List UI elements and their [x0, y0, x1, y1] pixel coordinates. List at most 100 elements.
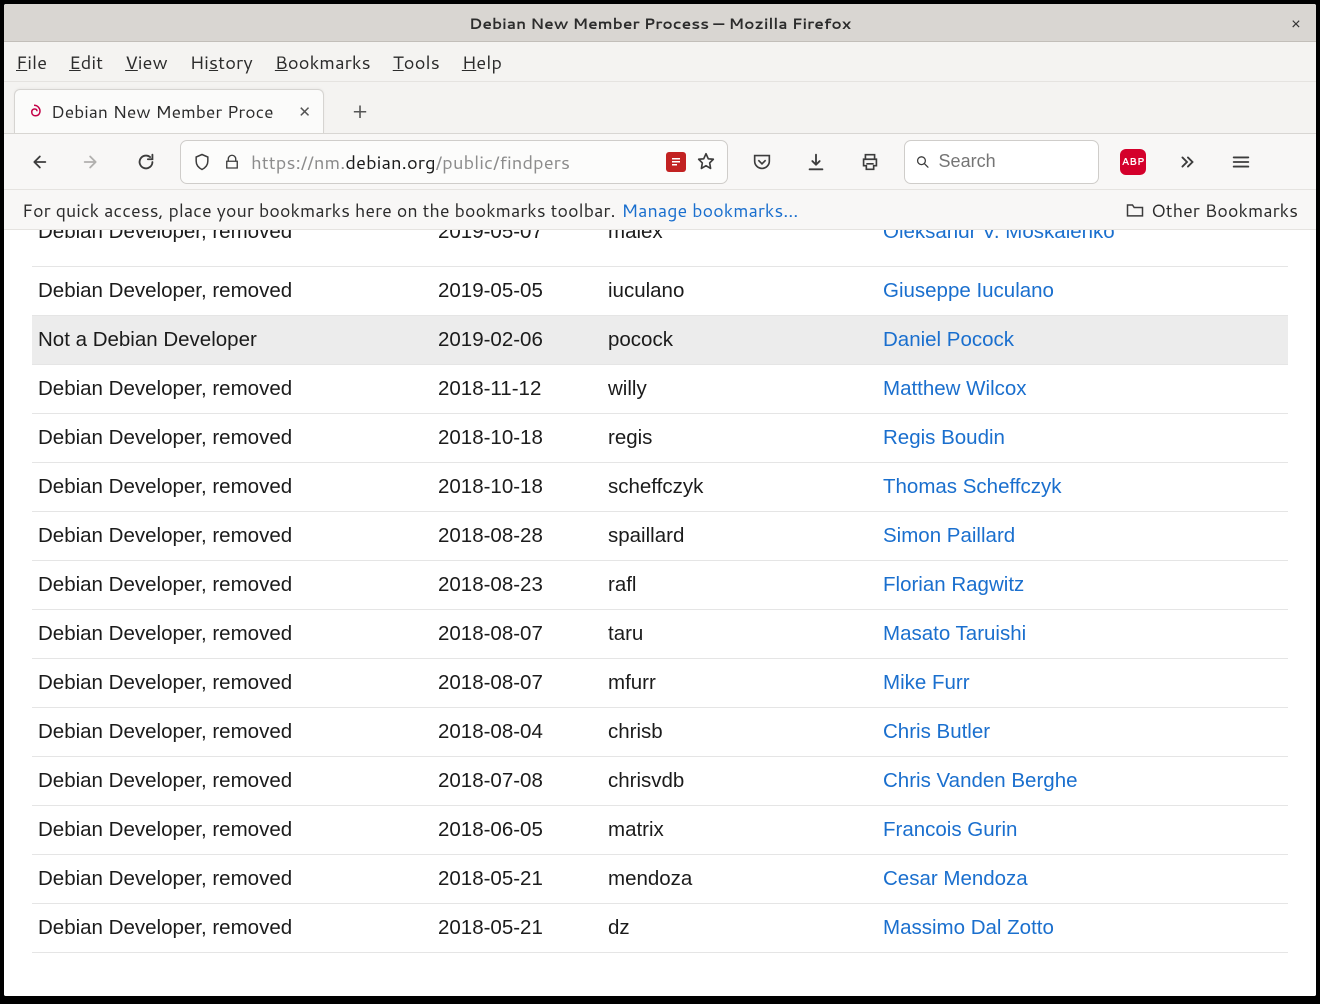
navigation-toolbar: https://nm.debian.org/public/findpers AB… — [4, 134, 1316, 190]
tabbar: Debian New Member Proce ✕ + — [4, 82, 1316, 134]
url-bar[interactable]: https://nm.debian.org/public/findpers — [180, 140, 728, 184]
menu-edit[interactable]: Edit — [69, 49, 103, 75]
cell-date: 2019-05-05 — [432, 267, 602, 316]
person-link[interactable]: Florian Ragwitz — [883, 573, 1024, 596]
tab-title: Debian New Member Proce — [51, 99, 288, 124]
table-row: Debian Developer, removed2019-05-07malex… — [32, 230, 1288, 267]
reload-button[interactable] — [126, 142, 166, 182]
window-titlebar: Debian New Member Process — Mozilla Fire… — [4, 4, 1316, 42]
person-link[interactable]: Masato Taruishi — [883, 622, 1026, 645]
cell-name: Francois Gurin — [877, 806, 1288, 855]
tab-close-button[interactable]: ✕ — [296, 101, 313, 122]
menu-tools[interactable]: Tools — [393, 49, 440, 75]
person-link[interactable]: Matthew Wilcox — [883, 377, 1027, 400]
app-menu-button[interactable] — [1221, 142, 1261, 182]
cell-status: Debian Developer, removed — [32, 659, 432, 708]
search-bar[interactable] — [904, 140, 1099, 184]
cell-uid: mendoza — [602, 855, 877, 904]
menu-help[interactable]: Help — [462, 49, 502, 75]
window-title: Debian New Member Process — Mozilla Fire… — [469, 12, 851, 34]
table-row: Debian Developer, removed2018-06-05matri… — [32, 806, 1288, 855]
back-button[interactable] — [18, 142, 58, 182]
cell-date: 2018-05-21 — [432, 855, 602, 904]
cell-date: 2018-05-21 — [432, 904, 602, 953]
table-row: Debian Developer, removed2019-05-05iucul… — [32, 267, 1288, 316]
search-input[interactable] — [939, 151, 1088, 172]
menu-file[interactable]: File — [16, 49, 47, 75]
cell-date: 2019-05-07 — [432, 230, 602, 267]
chevrons-right-icon — [1176, 151, 1198, 173]
person-link[interactable]: Massimo Dal Zotto — [883, 916, 1054, 939]
person-link[interactable]: Regis Boudin — [883, 426, 1005, 449]
cell-status: Debian Developer, removed — [32, 806, 432, 855]
person-link[interactable]: Simon Paillard — [883, 524, 1015, 547]
table-row: Debian Developer, removed2018-08-28spail… — [32, 512, 1288, 561]
bookmark-star-icon[interactable] — [695, 151, 717, 173]
cell-uid: pocock — [602, 316, 877, 365]
lock-icon[interactable] — [221, 151, 243, 173]
page-content: Debian Developer, removed2019-05-07malex… — [4, 230, 1316, 996]
cell-uid: dz — [602, 904, 877, 953]
print-icon — [859, 151, 881, 173]
forward-button — [72, 142, 112, 182]
downloads-button[interactable] — [796, 142, 836, 182]
cell-uid: willy — [602, 365, 877, 414]
cell-status: Debian Developer, removed — [32, 512, 432, 561]
person-link[interactable]: Mike Furr — [883, 671, 970, 694]
print-button[interactable] — [850, 142, 890, 182]
manage-bookmarks-link[interactable]: Manage bookmarks... — [621, 197, 798, 223]
hamburger-icon — [1230, 151, 1252, 173]
cell-uid: iuculano — [602, 267, 877, 316]
cell-date: 2018-07-08 — [432, 757, 602, 806]
cell-status: Debian Developer, removed — [32, 463, 432, 512]
cell-name: Thomas Scheffczyk — [877, 463, 1288, 512]
bookmarks-toolbar: For quick access, place your bookmarks h… — [4, 190, 1316, 230]
cell-status: Debian Developer, removed — [32, 561, 432, 610]
cell-uid: rafl — [602, 561, 877, 610]
pocket-button[interactable] — [742, 142, 782, 182]
cell-status: Debian Developer, removed — [32, 365, 432, 414]
cell-name: Chris Butler — [877, 708, 1288, 757]
cell-uid: matrix — [602, 806, 877, 855]
table-row: Not a Debian Developer2019-02-06pocockDa… — [32, 316, 1288, 365]
cell-uid: mfurr — [602, 659, 877, 708]
table-row: Debian Developer, removed2018-05-21mendo… — [32, 855, 1288, 904]
person-link[interactable]: Thomas Scheffczyk — [883, 475, 1062, 498]
person-link[interactable]: Chris Butler — [883, 720, 990, 743]
overflow-button[interactable] — [1167, 142, 1207, 182]
menu-view[interactable]: View — [125, 49, 168, 75]
reader-mode-icon[interactable] — [665, 151, 687, 173]
cell-uid: scheffczyk — [602, 463, 877, 512]
cell-date: 2018-08-07 — [432, 610, 602, 659]
search-icon — [915, 153, 931, 171]
cell-name: Cesar Mendoza — [877, 855, 1288, 904]
cell-name: Oleksandr V. Moskalenko — [877, 230, 1288, 267]
table-row: Debian Developer, removed2018-08-07taruM… — [32, 610, 1288, 659]
person-link[interactable]: Daniel Pocock — [883, 328, 1014, 351]
person-link[interactable]: Giuseppe Iuculano — [883, 279, 1054, 302]
members-table: Debian Developer, removed2019-05-07malex… — [32, 230, 1288, 953]
table-row: Debian Developer, removed2018-05-21dz Mas… — [32, 904, 1288, 953]
arrow-left-icon — [27, 151, 49, 173]
person-link[interactable]: Cesar Mendoza — [883, 867, 1028, 890]
person-link[interactable]: Francois Gurin — [883, 818, 1017, 841]
cell-status: Debian Developer, removed — [32, 904, 432, 953]
abp-icon: ABP — [1120, 149, 1146, 175]
cell-date: 2018-11-12 — [432, 365, 602, 414]
cell-name: Masato Taruishi — [877, 610, 1288, 659]
other-bookmarks-button[interactable]: Other Bookmarks — [1125, 197, 1298, 223]
menu-bookmarks[interactable]: Bookmarks — [275, 49, 371, 75]
shield-icon[interactable] — [191, 151, 213, 173]
cell-name: Daniel Pocock — [877, 316, 1288, 365]
menubar: File Edit View History Bookmarks Tools H… — [4, 42, 1316, 82]
tab-active[interactable]: Debian New Member Proce ✕ — [14, 89, 324, 133]
cell-date: 2018-08-23 — [432, 561, 602, 610]
person-link[interactable]: Chris Vanden Berghe — [883, 769, 1078, 792]
person-link[interactable]: Oleksandr V. Moskalenko — [883, 230, 1115, 243]
menu-history[interactable]: History — [190, 49, 253, 75]
cell-name: Giuseppe Iuculano — [877, 267, 1288, 316]
cell-name: Massimo Dal Zotto — [877, 904, 1288, 953]
new-tab-button[interactable]: + — [342, 93, 378, 129]
window-close-button[interactable]: × — [1286, 13, 1306, 33]
abp-button[interactable]: ABP — [1113, 142, 1153, 182]
